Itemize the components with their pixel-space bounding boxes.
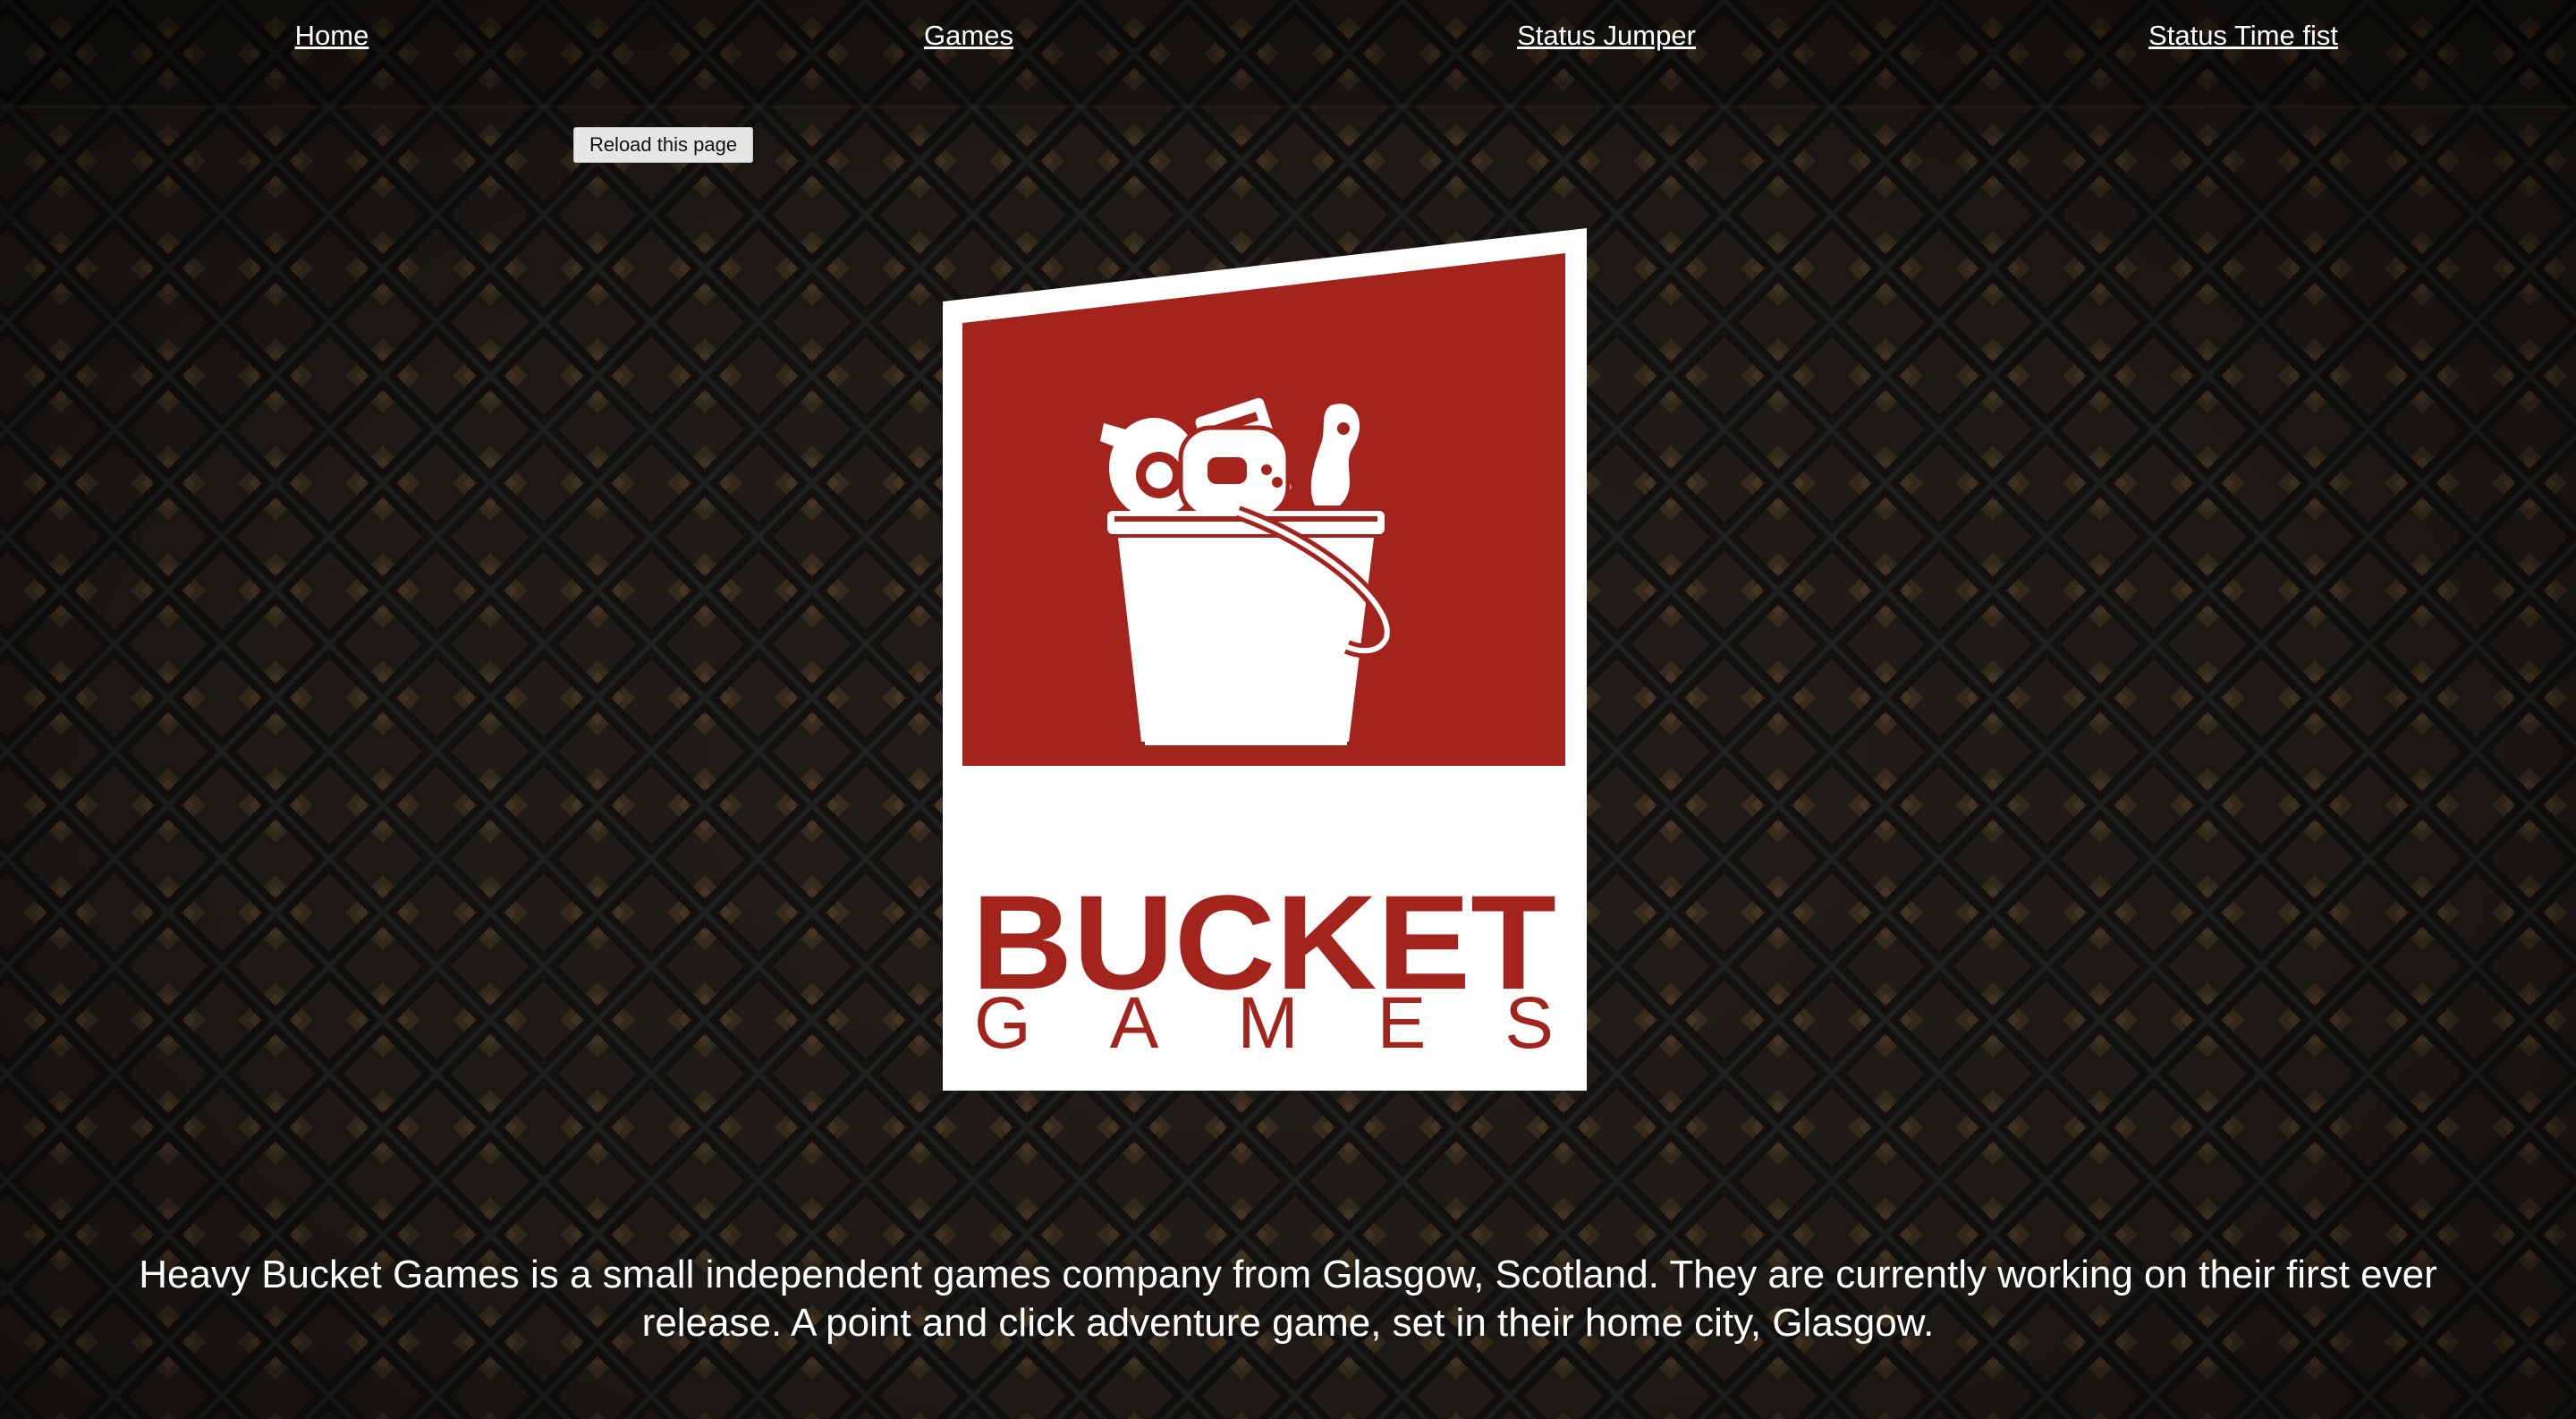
company-description: Heavy Bucket Games is a small independen… [139,1253,2437,1345]
nav-link-home[interactable]: Home [295,20,369,52]
bucket-of-game-controllers-icon [1100,397,1394,745]
nav-link-games[interactable]: Games [924,20,1013,52]
nav-link-status-jumper[interactable]: Status Jumper [1517,20,1696,52]
nav-link-status-time-fist[interactable]: Status Time fist [2148,20,2338,52]
top-navigation: Home Games Status Jumper Status Time fis… [0,0,2576,108]
heavy-bucket-games-logo: HEAVY BUCKET GAMES [943,228,1587,1091]
reload-page-button[interactable]: Reload this page [573,127,753,163]
